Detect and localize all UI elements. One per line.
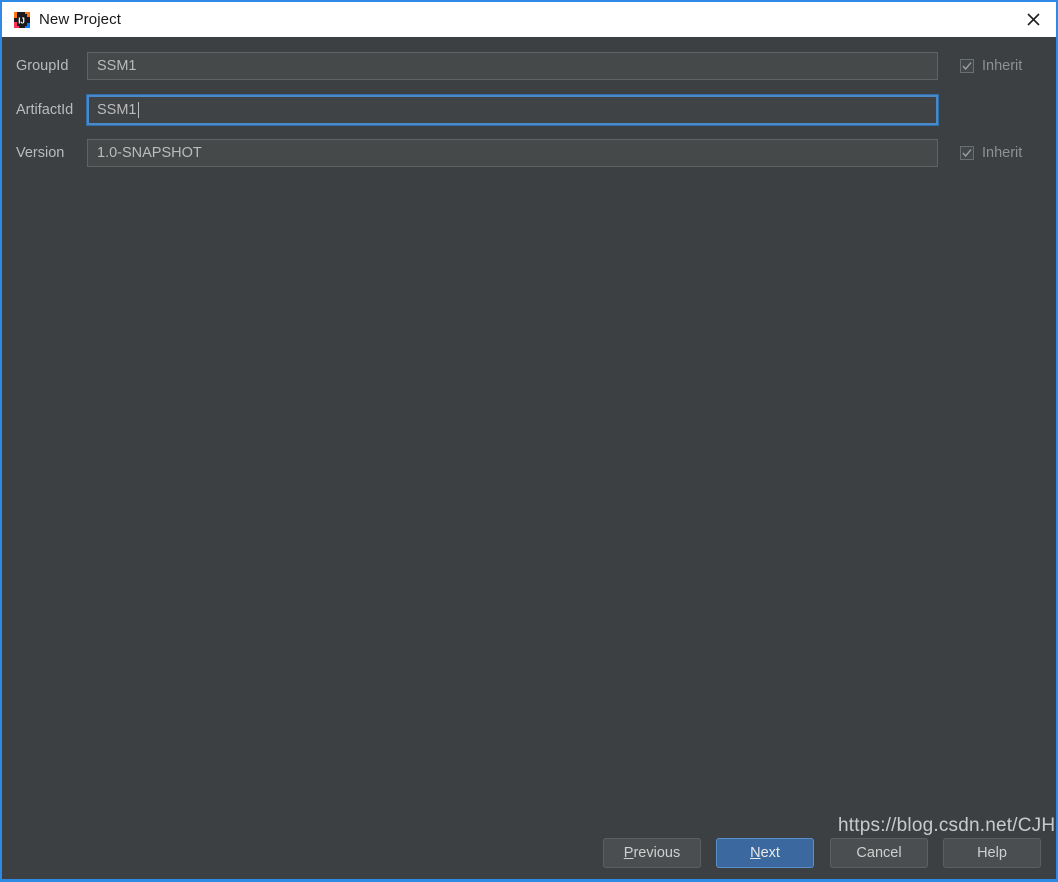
checkbox-checked-icon (960, 59, 974, 73)
artifactid-input[interactable]: SSM1 (86, 94, 939, 126)
groupid-inherit-label: Inherit (982, 58, 1023, 74)
next-button-mnemonic: N (750, 845, 761, 861)
groupid-value: SSM1 (97, 58, 137, 74)
groupid-inherit-checkbox[interactable]: Inherit (960, 58, 1022, 74)
dialog-button-bar: Previous Next Cancel Help (2, 838, 1056, 879)
version-inherit-checkbox[interactable]: Inherit (960, 145, 1022, 161)
help-button[interactable]: Help (943, 838, 1041, 868)
form-row-groupid: GroupId SSM1 Inherit (2, 51, 1056, 81)
version-input[interactable]: 1.0-SNAPSHOT (87, 139, 938, 167)
previous-button[interactable]: Previous (603, 838, 701, 868)
next-button[interactable]: Next (716, 838, 814, 868)
form-row-artifactid: ArtifactId SSM1 (2, 94, 1056, 126)
help-button-label: Help (977, 845, 1007, 861)
new-project-dialog: IJ New Project GroupId SSM1 Inherit Arti… (0, 0, 1058, 882)
text-caret (137, 102, 139, 118)
checkbox-checked-icon (960, 146, 974, 160)
previous-button-label: revious (633, 845, 681, 861)
cancel-button[interactable]: Cancel (830, 838, 928, 868)
version-value: 1.0-SNAPSHOT (97, 145, 202, 161)
previous-button-mnemonic: P (623, 845, 634, 861)
artifactid-label: ArtifactId (16, 102, 74, 118)
window-title: New Project (39, 11, 121, 28)
form-row-version: Version 1.0-SNAPSHOT Inherit (2, 138, 1056, 168)
version-label: Version (16, 145, 65, 161)
artifactid-value: SSM1 (97, 102, 137, 118)
close-icon[interactable] (1010, 2, 1056, 37)
dialog-content: GroupId SSM1 Inherit ArtifactId SSM1 Ver… (2, 37, 1056, 879)
groupid-label: GroupId (16, 58, 69, 74)
title-bar: IJ New Project (2, 2, 1056, 37)
next-button-label: ext (760, 845, 780, 861)
groupid-input[interactable]: SSM1 (87, 52, 938, 80)
intellij-idea-icon: IJ (14, 11, 30, 28)
version-inherit-label: Inherit (982, 145, 1023, 161)
svg-text:IJ: IJ (18, 16, 25, 25)
cancel-button-label: Cancel (856, 845, 902, 861)
